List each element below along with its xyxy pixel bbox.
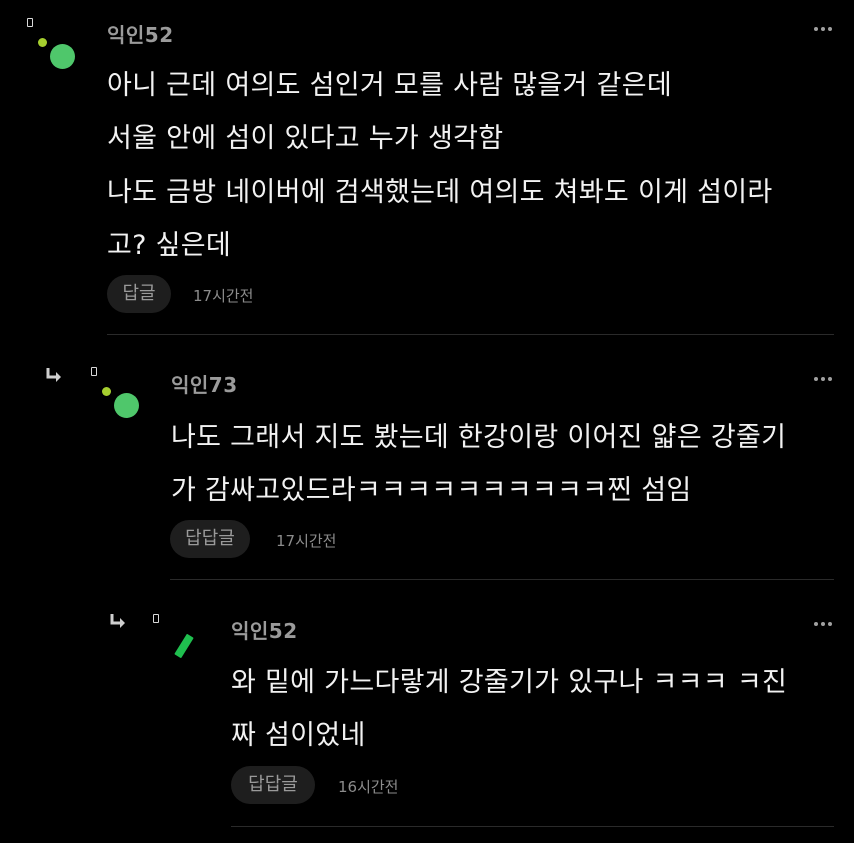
- more-dots-icon[interactable]: [814, 619, 836, 629]
- avatar-icon: [22, 14, 78, 74]
- comment-text-line: 짜 섬이었네: [231, 720, 366, 751]
- comment-text-line: 와 밑에 가느다랗게 강줄기가 있구나 ㅋㅋㅋ ㅋ진: [231, 667, 788, 698]
- comment-text-line: 고? 싶은데: [107, 230, 232, 261]
- reply-button[interactable]: 답답글: [170, 520, 250, 558]
- timestamp: 17시간전: [276, 532, 337, 550]
- timestamp: 17시간전: [193, 287, 254, 305]
- comment-text-line: 나도 그래서 지도 봤는데 한강이랑 이어진 얇은 강줄기: [171, 422, 787, 453]
- comment-nickname[interactable]: 익인73: [171, 369, 238, 398]
- divider: [170, 579, 834, 580]
- comment-nickname[interactable]: 익인52: [231, 615, 298, 644]
- divider: [231, 826, 834, 827]
- comment-text-line: 서울 안에 섬이 있다고 누가 생각함: [107, 123, 504, 154]
- comment-text-line: 아니 근데 여의도 섬인거 모를 사람 많을거 같은데: [107, 70, 672, 101]
- comment-nickname[interactable]: 익인52: [107, 19, 174, 48]
- reply-arrow-icon: [46, 368, 61, 382]
- avatar-icon: [148, 610, 204, 670]
- comment-thread: 익인52 아니 근데 여의도 섬인거 모를 사람 많을거 같은데 서울 안에 섬…: [0, 0, 854, 843]
- reply-button[interactable]: 답답글: [231, 766, 315, 804]
- reply-button[interactable]: 답글: [107, 275, 171, 313]
- comment-text-line: 가 감싸고있드라ㅋㅋㅋㅋㅋㅋㅋㅋㅋㅋ찐 섬임: [171, 475, 692, 506]
- more-dots-icon[interactable]: [814, 24, 836, 34]
- timestamp: 16시간전: [338, 778, 399, 796]
- reply-arrow-icon: [110, 614, 125, 628]
- more-dots-icon[interactable]: [814, 374, 836, 384]
- divider: [107, 334, 834, 335]
- comment-text-line: 나도 금방 네이버에 검색했는데 여의도 쳐봐도 이게 섬이라: [107, 177, 773, 208]
- avatar-icon: [86, 363, 142, 423]
